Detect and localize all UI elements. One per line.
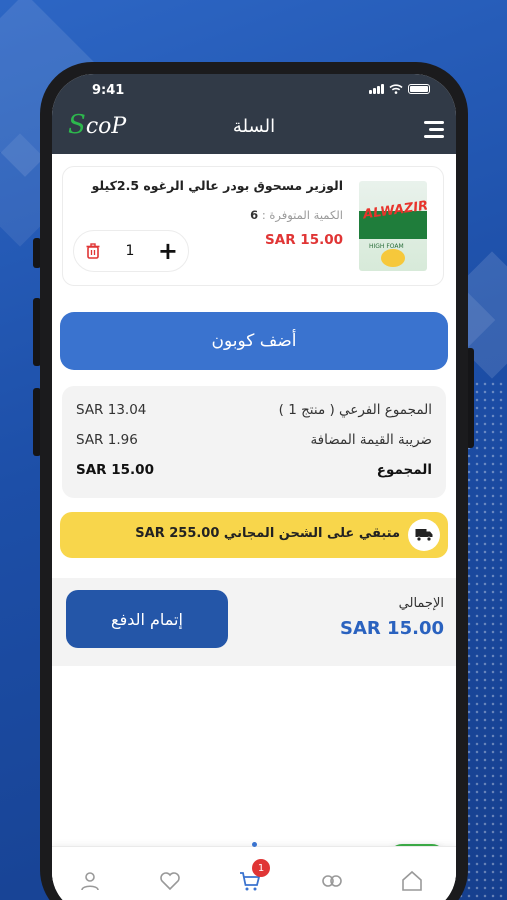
signal-icon bbox=[369, 84, 384, 94]
status-time: 9:41 bbox=[92, 83, 125, 98]
total-value: SAR 15.00 bbox=[340, 618, 444, 639]
cart-badge: 1 bbox=[252, 859, 270, 877]
battery-icon bbox=[408, 84, 430, 94]
summary-label: المجموع الفرعي ( منتج 1 ) bbox=[278, 402, 432, 418]
page-title: السلة bbox=[232, 116, 276, 137]
cart-item: ALWAZIR HIGH FOAM الوزير مسحوق بودر عالي… bbox=[62, 166, 444, 286]
checkout-button[interactable]: إتمام الدفع bbox=[66, 590, 228, 648]
product-price: SAR 15.00 bbox=[265, 232, 343, 248]
categories-icon[interactable] bbox=[320, 869, 344, 893]
free-shipping-text: متبقي على الشحن المجاني SAR 255.00 bbox=[135, 526, 400, 541]
plus-icon[interactable]: + bbox=[158, 239, 178, 263]
summary-value: SAR 13.04 bbox=[76, 402, 147, 418]
quantity-value: 1 bbox=[125, 243, 135, 259]
trash-icon[interactable] bbox=[84, 242, 102, 260]
product-name[interactable]: الوزير مسحوق بودر عالي الرغوه 2.5كيلو bbox=[92, 178, 343, 193]
favorites-icon[interactable] bbox=[158, 869, 182, 893]
product-stock: الكمية المتوفرة : 6 bbox=[250, 208, 343, 222]
total-label: الإجمالي bbox=[398, 596, 444, 611]
quantity-stepper: 1 + bbox=[73, 230, 189, 272]
checkout-panel: إتمام الدفع الإجمالي SAR 15.00 bbox=[52, 578, 456, 666]
stock-value: 6 bbox=[250, 208, 259, 222]
phone-frame: 9:41 ScoP السلة ALWAZIR HIGH FOAM الوزير… bbox=[40, 62, 468, 900]
home-icon[interactable] bbox=[400, 869, 424, 893]
stock-label: الكمية المتوفرة : bbox=[261, 208, 343, 222]
product-image[interactable]: ALWAZIR HIGH FOAM bbox=[359, 181, 427, 271]
summary-value: SAR 1.96 bbox=[76, 432, 138, 448]
order-summary: SAR 13.04 المجموع الفرعي ( منتج 1 ) SAR … bbox=[62, 386, 446, 498]
menu-icon[interactable] bbox=[422, 120, 444, 138]
summary-row-total: SAR 15.00 المجموع bbox=[76, 462, 432, 478]
nav-active-indicator bbox=[252, 842, 257, 847]
truck-icon bbox=[408, 519, 440, 551]
summary-label: ضريبة القيمة المضافة bbox=[310, 432, 432, 448]
cart-content: ALWAZIR HIGH FOAM الوزير مسحوق بودر عالي… bbox=[52, 154, 456, 900]
add-coupon-button[interactable]: أضف كوبون bbox=[60, 312, 448, 370]
summary-row-subtotal: SAR 13.04 المجموع الفرعي ( منتج 1 ) bbox=[76, 402, 432, 418]
app-header: 9:41 ScoP السلة bbox=[52, 74, 456, 154]
summary-value: SAR 15.00 bbox=[76, 462, 154, 478]
wifi-icon bbox=[389, 84, 403, 94]
summary-row-vat: SAR 1.96 ضريبة القيمة المضافة bbox=[76, 432, 432, 448]
status-icons bbox=[369, 84, 430, 94]
profile-icon[interactable] bbox=[78, 869, 102, 893]
bottom-navigation: 1 bbox=[52, 842, 456, 900]
free-shipping-banner: متبقي على الشحن المجاني SAR 255.00 bbox=[60, 512, 448, 558]
app-screen: 9:41 ScoP السلة ALWAZIR HIGH FOAM الوزير… bbox=[52, 74, 456, 900]
summary-label: المجموع bbox=[376, 462, 432, 478]
